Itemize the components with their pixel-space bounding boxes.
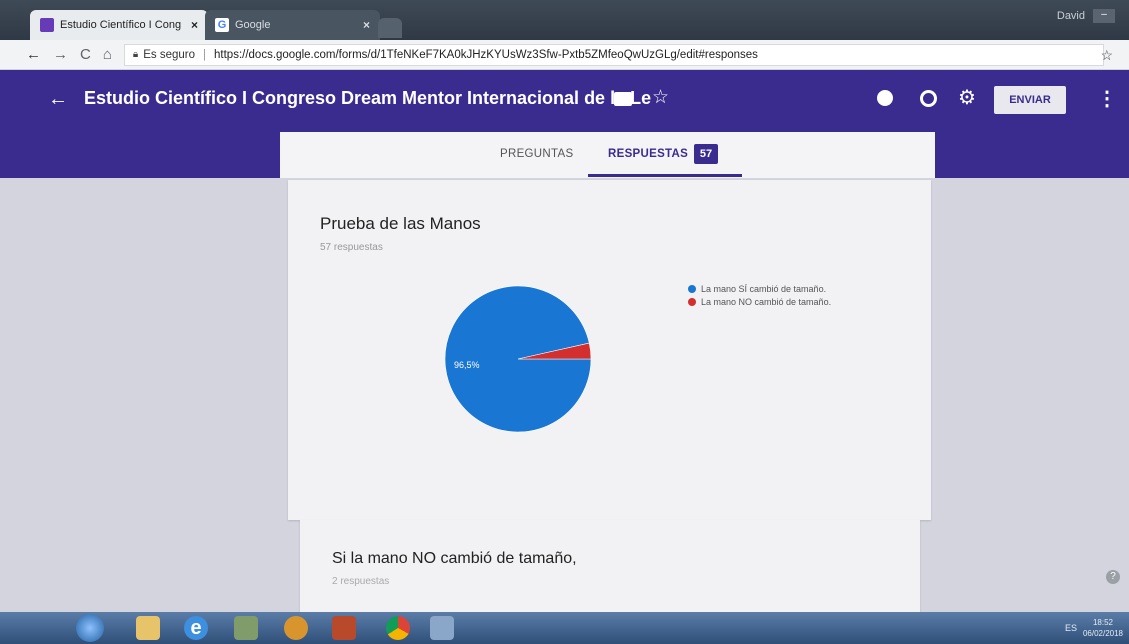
start-button[interactable] <box>76 614 104 642</box>
legend-swatch <box>688 297 696 306</box>
internet-explorer-icon[interactable]: e <box>184 616 208 640</box>
separator: | <box>203 48 207 61</box>
response-count-badge: 57 <box>694 144 718 164</box>
address-bar-row: ← → C ⌂ 🔒︎ Es seguro | https://docs.goog… <box>0 40 1129 70</box>
file-explorer-icon[interactable] <box>136 616 160 640</box>
chart-legend: La mano SÍ cambió de tamaño. La mano NO … <box>688 282 831 308</box>
bookmark-star-icon[interactable]: ☆ <box>1100 47 1113 64</box>
folder-icon[interactable] <box>614 92 632 106</box>
photo-viewer-icon[interactable] <box>430 616 454 640</box>
legend-label: La mano SÍ cambió de tamaño. <box>701 283 827 294</box>
legend-item: La mano NO cambió de tamaño. <box>688 295 831 308</box>
media-player-icon[interactable] <box>332 616 356 640</box>
new-tab-button[interactable] <box>378 18 402 38</box>
gear-icon[interactable]: ⚙ <box>958 85 976 110</box>
google-forms-icon <box>40 18 54 32</box>
clock-time: 18:52 <box>1092 618 1113 627</box>
back-arrow-icon[interactable]: ← <box>48 88 68 111</box>
legend-swatch <box>688 284 696 293</box>
legend-item: La mano SÍ cambió de tamaño. <box>688 282 831 295</box>
tab-close-icon[interactable]: × <box>191 18 198 32</box>
question-summary-card: Prueba de las Manos 57 respuestas 96,5% … <box>288 180 931 520</box>
forms-header: ← Estudio Científico I Congreso Dream Me… <box>0 70 1129 132</box>
browser-tab-google[interactable]: G Google × <box>205 10 380 40</box>
palette-icon[interactable] <box>877 90 893 106</box>
browser-tab-forms[interactable]: Estudio Científico I Cong × <box>30 10 208 40</box>
forward-arrow-icon[interactable]: → <box>53 46 68 63</box>
tab-close-icon[interactable]: × <box>363 18 370 32</box>
lock-icon: 🔒︎ <box>132 49 139 60</box>
more-vert-icon[interactable]: ⋮ <box>1097 86 1117 111</box>
question-title: Prueba de las Manos <box>320 214 481 233</box>
app-icon[interactable] <box>284 616 308 640</box>
active-tab-indicator <box>588 174 742 177</box>
form-tabs: PREGUNTAS RESPUESTAS 57 <box>280 132 935 178</box>
response-count: 57 respuestas <box>320 242 383 253</box>
form-title[interactable]: Estudio Científico I Congreso Dream Ment… <box>84 88 651 109</box>
preview-eye-icon[interactable] <box>920 90 937 107</box>
minimize-button[interactable]: – <box>1093 9 1115 23</box>
home-icon[interactable]: ⌂ <box>103 46 112 63</box>
back-arrow-icon[interactable]: ← <box>26 46 41 63</box>
secure-label: Es seguro <box>143 48 196 61</box>
app-icon[interactable] <box>234 616 258 640</box>
pie-chart: 96,5% <box>444 285 592 433</box>
response-count: 2 respuestas <box>332 576 390 587</box>
legend-label: La mano NO cambió de tamaño. <box>701 296 832 307</box>
tab-title: Estudio Científico I Cong <box>60 19 182 31</box>
browser-tab-strip: Estudio Científico I Cong × G Google × D… <box>0 0 1129 40</box>
google-icon: G <box>215 18 229 32</box>
question-title: Si la mano NO cambió de tamaño, <box>332 550 577 567</box>
tab-questions[interactable]: PREGUNTAS <box>500 148 573 160</box>
windows-taskbar: e ES 18:52 06/02/2018 <box>0 612 1129 644</box>
help-icon[interactable]: ? <box>1106 570 1120 584</box>
profile-name[interactable]: David <box>1057 10 1085 22</box>
star-icon[interactable]: ☆ <box>652 86 669 109</box>
send-button[interactable]: ENVIAR <box>994 86 1066 114</box>
question-summary-card: Si la mano NO cambió de tamaño, 2 respue… <box>300 520 920 612</box>
taskbar-clock[interactable]: 18:52 06/02/2018 <box>1083 617 1123 639</box>
url-input[interactable]: 🔒︎ Es seguro | https://docs.google.com/f… <box>123 43 1104 66</box>
url-text: https://docs.google.com/forms/d/1TfeNKeF… <box>214 48 758 61</box>
pie-data-label: 96,5% <box>454 360 480 370</box>
tray-language[interactable]: ES <box>1065 623 1077 633</box>
clock-date: 06/02/2018 <box>1082 629 1123 638</box>
tab-title: Google <box>235 19 271 31</box>
chrome-icon[interactable] <box>386 616 410 640</box>
tab-responses[interactable]: RESPUESTAS <box>608 148 688 160</box>
reload-icon[interactable]: C <box>80 46 91 63</box>
